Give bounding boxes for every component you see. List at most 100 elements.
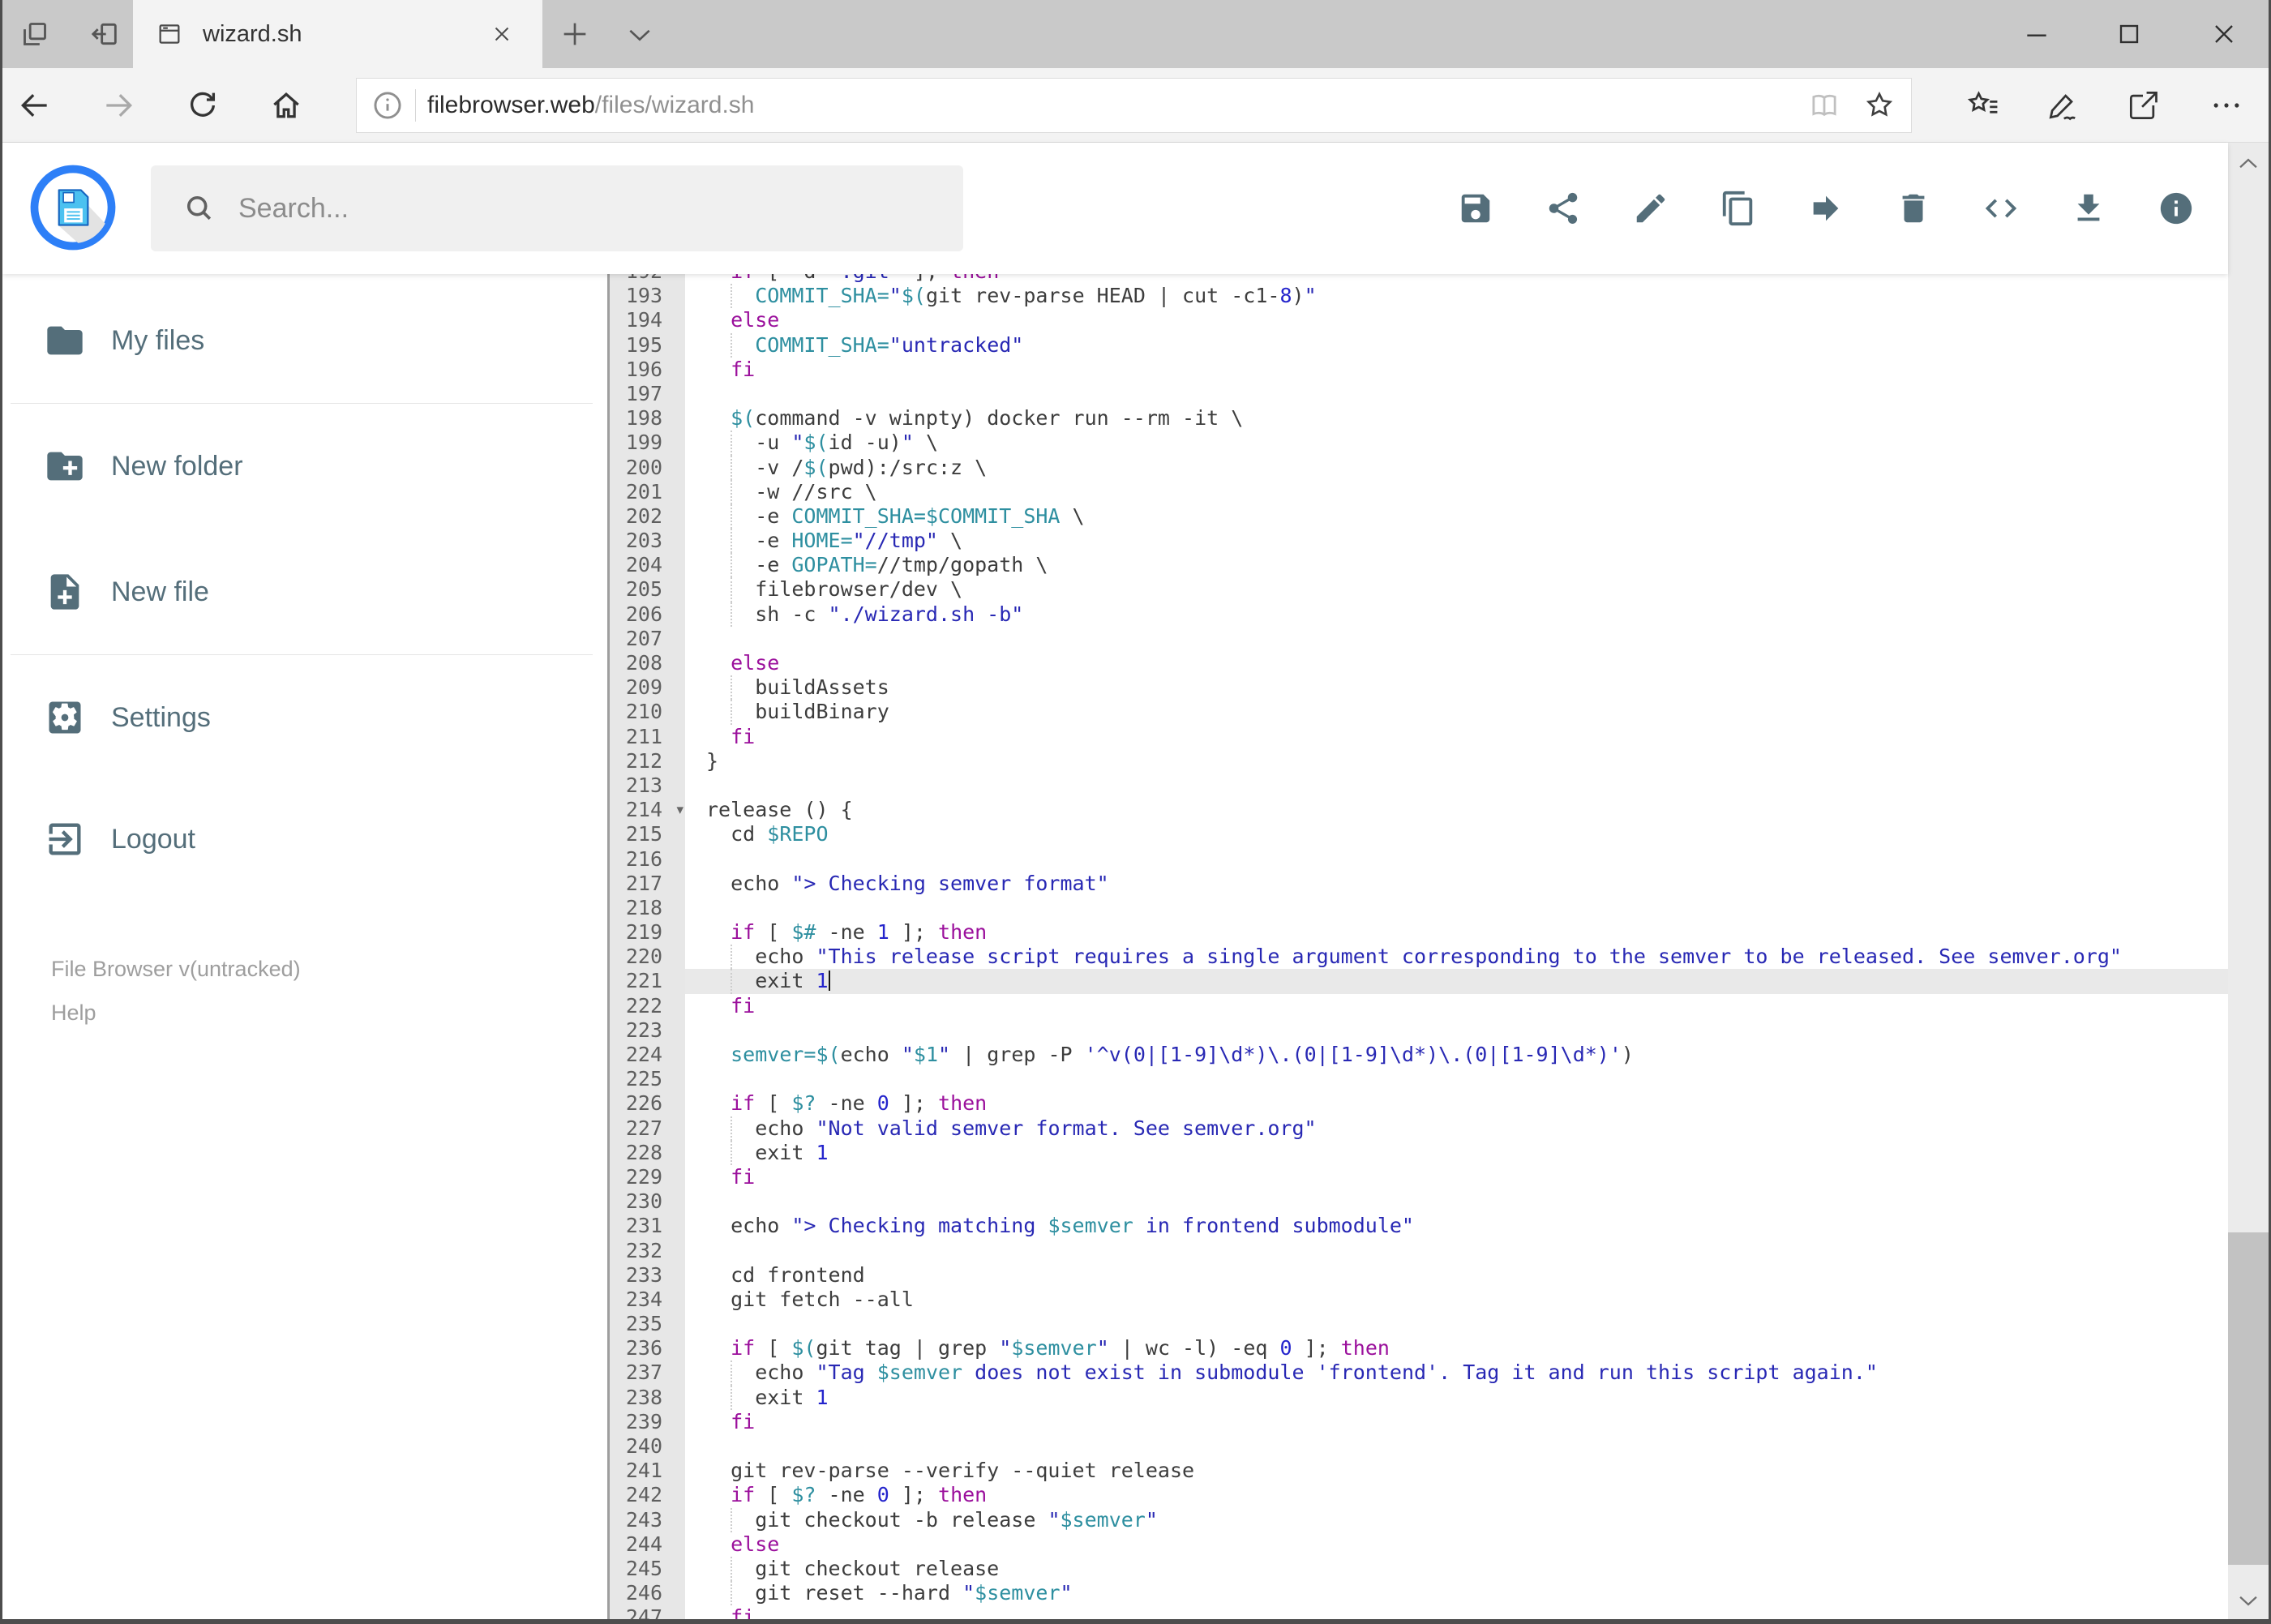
- set-tabs-aside-icon[interactable]: [8, 7, 62, 61]
- address-bar[interactable]: filebrowser.web/files/wizard.sh: [356, 78, 1912, 133]
- sidebar-item-settings[interactable]: Settings: [2, 677, 610, 758]
- code-text[interactable]: fi: [685, 1165, 2228, 1189]
- code-text[interactable]: if [ $(git tag | grep "$semver" | wc -l)…: [685, 1336, 2228, 1360]
- favorites-hub-icon[interactable]: [1955, 77, 2012, 134]
- line-number[interactable]: 195: [610, 332, 685, 358]
- line-number[interactable]: 200: [610, 455, 685, 480]
- line-number[interactable]: 240: [610, 1434, 685, 1459]
- save-button[interactable]: [1446, 179, 1505, 238]
- favorite-star-icon[interactable]: [1862, 88, 1896, 122]
- line-number[interactable]: 216: [610, 846, 685, 872]
- window-minimize-button[interactable]: [2010, 7, 2063, 61]
- line-number[interactable]: 208: [610, 651, 685, 676]
- line-number[interactable]: 234: [610, 1287, 685, 1313]
- line-number[interactable]: 245: [610, 1556, 685, 1582]
- line-number[interactable]: 228: [610, 1140, 685, 1165]
- line-number[interactable]: 209: [610, 675, 685, 701]
- code-text[interactable]: exit 1: [685, 1385, 2228, 1410]
- code-text[interactable]: sh -c "./wizard.sh -b": [685, 602, 2228, 627]
- line-number[interactable]: 241: [610, 1459, 685, 1484]
- line-number[interactable]: 199: [610, 431, 685, 456]
- line-number[interactable]: 213: [610, 773, 685, 799]
- forward-button[interactable]: [90, 77, 147, 134]
- code-text[interactable]: echo "This release script requires a sin…: [685, 945, 2228, 970]
- info-button[interactable]: [2147, 179, 2205, 238]
- move-button[interactable]: [1797, 179, 1855, 238]
- line-number[interactable]: 202: [610, 503, 685, 529]
- line-number[interactable]: 204: [610, 553, 685, 578]
- home-button[interactable]: [258, 77, 315, 134]
- download-button[interactable]: [2059, 179, 2118, 238]
- line-number[interactable]: 224: [610, 1043, 685, 1068]
- line-number[interactable]: 246: [610, 1581, 685, 1606]
- code-text[interactable]: -u "$(id -u)" \: [685, 431, 2228, 456]
- code-text[interactable]: if [ -d ".git" ]; then: [685, 274, 2228, 284]
- code-text[interactable]: exit 1: [685, 1140, 2228, 1165]
- line-number[interactable]: 214 ▾: [610, 798, 685, 823]
- line-number[interactable]: 192: [610, 274, 685, 285]
- code-text[interactable]: [685, 1239, 2228, 1263]
- line-number[interactable]: 244: [610, 1532, 685, 1557]
- back-button[interactable]: [6, 77, 63, 134]
- line-number[interactable]: 196: [610, 357, 685, 382]
- delete-button[interactable]: [1884, 179, 1943, 238]
- sidebar-item-logout[interactable]: Logout: [2, 799, 610, 880]
- line-number[interactable]: 232: [610, 1238, 685, 1263]
- window-close-button[interactable]: [2197, 7, 2251, 61]
- code-text[interactable]: [685, 382, 2228, 406]
- refresh-button[interactable]: [174, 77, 231, 134]
- line-number[interactable]: 194: [610, 308, 685, 333]
- line-number[interactable]: 206: [610, 602, 685, 627]
- code-text[interactable]: fi: [685, 1605, 2228, 1619]
- line-number[interactable]: 229: [610, 1164, 685, 1190]
- more-options-icon[interactable]: [2198, 77, 2255, 134]
- scroll-down-icon[interactable]: [2228, 1584, 2269, 1617]
- line-number[interactable]: 210: [610, 700, 685, 725]
- code-text[interactable]: echo "Tag $semver does not exist in subm…: [685, 1360, 2228, 1386]
- code-text[interactable]: COMMIT_SHA="$(git rev-parse HEAD | cut -…: [685, 284, 2228, 309]
- sidebar-item-new-file[interactable]: New file: [2, 551, 610, 632]
- line-number[interactable]: 242: [610, 1483, 685, 1508]
- code-text[interactable]: -e HOME="//tmp" \: [685, 529, 2228, 554]
- line-number[interactable]: 235: [610, 1312, 685, 1337]
- line-number[interactable]: 198: [610, 406, 685, 431]
- code-text[interactable]: else: [685, 308, 2228, 332]
- code-text[interactable]: else: [685, 651, 2228, 675]
- copy-button[interactable]: [1709, 179, 1768, 238]
- help-link[interactable]: Help: [51, 1001, 96, 1026]
- code-text[interactable]: -w //src \: [685, 479, 2228, 504]
- code-text[interactable]: git checkout -b release "$semver": [685, 1507, 2228, 1532]
- code-text[interactable]: [685, 847, 2228, 872]
- code-text[interactable]: git checkout release: [685, 1556, 2228, 1582]
- browser-tab[interactable]: wizard.sh: [133, 0, 542, 68]
- line-number[interactable]: 227: [610, 1116, 685, 1141]
- code-text[interactable]: buildAssets: [685, 675, 2228, 701]
- line-number[interactable]: 226: [610, 1091, 685, 1116]
- line-number[interactable]: 233: [610, 1262, 685, 1288]
- code-text[interactable]: -e COMMIT_SHA=$COMMIT_SHA \: [685, 503, 2228, 529]
- code-editor[interactable]: 192 if [ -d ".git" ]; then193 COMMIT_SHA…: [610, 274, 2228, 1619]
- line-number[interactable]: 203: [610, 529, 685, 554]
- code-text[interactable]: [685, 1067, 2228, 1091]
- tab-list-chevron-icon[interactable]: [613, 7, 666, 61]
- search-input[interactable]: [237, 191, 905, 225]
- web-notes-pen-icon[interactable]: [2034, 77, 2091, 134]
- code-text[interactable]: if [ $? -ne 0 ]; then: [685, 1483, 2228, 1507]
- tab-close-icon[interactable]: [484, 16, 520, 52]
- line-number[interactable]: 212: [610, 748, 685, 773]
- code-text[interactable]: [685, 627, 2228, 651]
- fold-marker-icon[interactable]: ▾: [676, 798, 683, 822]
- code-text[interactable]: $(command -v winpty) docker run --rm -it…: [685, 406, 2228, 431]
- line-number[interactable]: 238: [610, 1385, 685, 1410]
- code-text[interactable]: fi: [685, 358, 2228, 382]
- search-box[interactable]: [151, 165, 963, 251]
- line-number[interactable]: 237: [610, 1360, 685, 1386]
- share-page-icon[interactable]: [2115, 77, 2171, 134]
- code-text[interactable]: git rev-parse --verify --quiet release: [685, 1459, 2228, 1483]
- code-text[interactable]: [685, 773, 2228, 798]
- line-number[interactable]: 231: [610, 1214, 685, 1239]
- code-text[interactable]: [685, 1018, 2228, 1043]
- line-number[interactable]: 207: [610, 626, 685, 651]
- line-number[interactable]: 218: [610, 895, 685, 921]
- code-text[interactable]: git reset --hard "$semver": [685, 1581, 2228, 1606]
